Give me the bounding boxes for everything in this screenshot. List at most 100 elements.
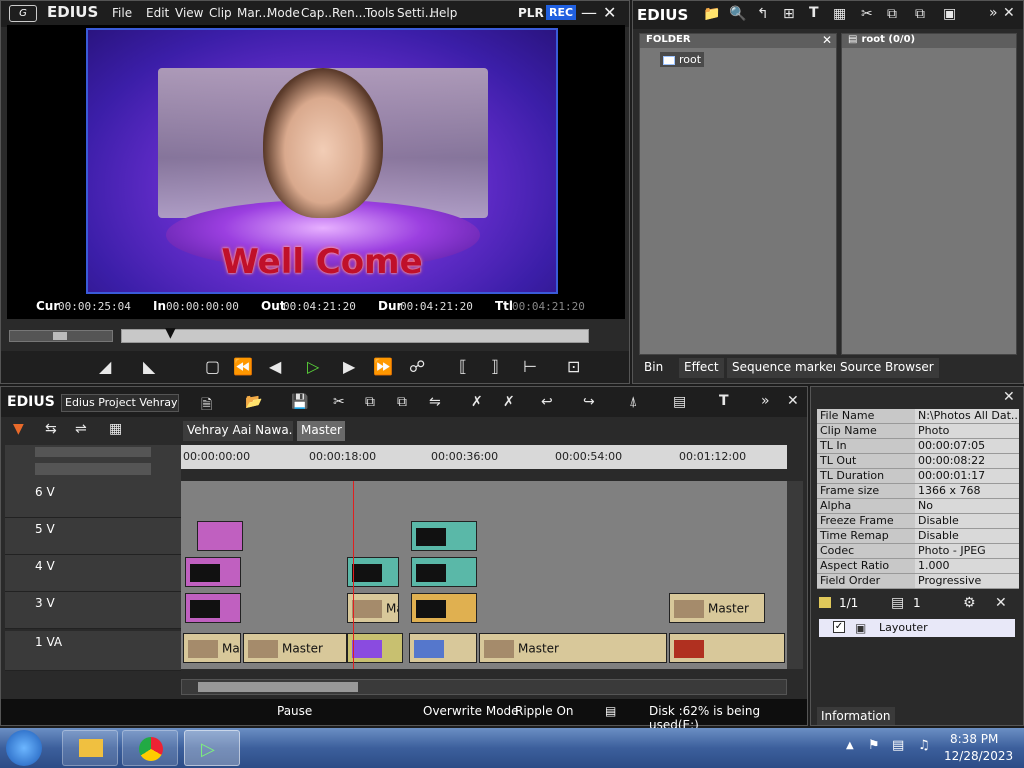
track-6v[interactable]: 6 V [5,481,181,518]
timeline-clip[interactable] [669,633,785,663]
timeline-clip[interactable] [197,521,243,551]
root-folder-item[interactable]: root [660,52,705,67]
ripple-delete-icon[interactable]: ✗ [503,394,515,410]
chrome-taskbar-button[interactable] [122,730,178,766]
step-back-icon[interactable]: ◀ [269,357,281,376]
delete-icon[interactable]: ✗ [471,394,483,410]
rewind-icon[interactable]: ⏪ [233,357,253,376]
timeline-clip[interactable]: Master [479,633,667,663]
color-bar-icon[interactable]: ▦ [833,6,846,22]
menu-capture[interactable]: Cap... [301,6,336,20]
project-name[interactable]: Edius Project Vehray ... [61,394,179,412]
menu-help[interactable]: Help [430,6,457,20]
layer-checkbox[interactable]: ✓ [833,621,845,633]
timeline-paste-icon[interactable]: ⧉ [397,394,407,410]
overwrite-icon[interactable]: ⊡ [567,357,580,376]
track-4v[interactable]: 4 V [5,555,181,592]
close-icon[interactable]: ✕ [603,3,616,22]
tab-sequence-marker[interactable]: Sequence marker [727,358,843,378]
title-tool-icon[interactable]: T [809,5,819,21]
menu-file[interactable]: File [112,6,132,20]
undo-icon[interactable]: ↩ [541,394,553,410]
loop-icon[interactable]: ☍ [409,357,425,376]
link-icon[interactable]: ⇆ [45,421,57,437]
scrub-bar[interactable]: ▼ [9,325,621,345]
snap-icon[interactable]: ⇌ [75,421,87,437]
timeline-clip[interactable] [347,557,399,587]
timeline-clip[interactable]: Master [669,593,765,623]
shuttle-thumb[interactable] [53,332,67,340]
timeline-clip[interactable] [185,557,241,587]
tab-source-browser[interactable]: Source Browser [835,358,939,378]
seek-thumb[interactable]: ▼ [165,325,176,341]
set-in-icon[interactable]: ⟦ [459,357,467,376]
open-project-icon[interactable]: 📂 [245,394,262,410]
time-ruler[interactable]: 00:00:00:00 00:00:18:00 00:00:36:00 00:0… [181,445,787,469]
minimize-icon[interactable]: — [581,3,597,22]
settings-icon[interactable]: ⚙ [963,595,976,611]
rec-button[interactable]: REC [546,5,577,20]
scroll-thumb[interactable] [198,682,358,692]
menu-mode[interactable]: Mode [267,6,300,20]
plr-button[interactable]: PLR [518,6,544,20]
menu-render[interactable]: Ren... [332,6,366,20]
clock-time[interactable]: 8:38 PM [950,732,998,746]
timeline-cut-icon[interactable]: ✂ [333,394,345,410]
menu-edit[interactable]: Edit [146,6,169,20]
folder-close-icon[interactable]: ✕ [822,33,832,47]
step-forward-icon[interactable]: ▶ [343,357,355,376]
track-1va[interactable]: 1 VA [5,631,181,671]
action-center-icon[interactable]: ⚑ [868,738,880,753]
title-icon[interactable]: T [719,393,729,409]
cut-icon[interactable]: ✂ [861,6,873,22]
seek-track[interactable] [121,329,589,343]
mark-in-icon[interactable]: ◢ [99,357,111,376]
timeline-close-icon[interactable]: ✕ [787,393,799,409]
timecode-scale[interactable] [35,463,151,475]
sequence-tab-master[interactable]: Master [297,421,345,441]
tab-information[interactable]: Information [817,707,895,725]
add-clip-icon[interactable]: ⊞ [783,6,795,22]
tab-effect[interactable]: Effect [679,358,724,378]
timeline-clip[interactable] [411,557,477,587]
timeline-copy-icon[interactable]: ⧉ [365,394,375,410]
timeline-clip[interactable] [347,633,403,663]
pin-icon[interactable]: ▣ [943,6,956,22]
bin-close-icon[interactable]: ✕ [1003,5,1015,21]
menu-clip[interactable]: Clip [209,6,232,20]
sequence-tab-1[interactable]: Vehray Aai Nawa... [183,421,293,441]
mark-out-icon[interactable]: ◣ [143,357,155,376]
start-button[interactable] [6,730,42,766]
explorer-taskbar-button[interactable] [62,730,118,766]
track-5v[interactable]: 5 V [5,518,181,555]
track-3v[interactable]: 3 V [5,592,181,629]
timeline-clip[interactable] [185,593,241,623]
menu-view[interactable]: View [175,6,203,20]
set-marker-icon[interactable]: ▼ [13,421,24,437]
vertical-scrollbar[interactable] [787,481,803,669]
menu-tools[interactable]: Tools [365,6,395,20]
timeline-clip[interactable]: Master [243,633,347,663]
menu-marker[interactable]: Mar... [237,6,270,20]
timeline-clip[interactable]: Mas [347,593,399,623]
more-icon[interactable]: » [989,5,998,21]
stop-icon[interactable]: ▢ [205,357,220,376]
up-folder-icon[interactable]: ↰ [757,6,769,22]
search-icon[interactable]: 🔍 [729,6,746,22]
redo-icon[interactable]: ↪ [583,394,595,410]
tab-bin[interactable]: Bin [639,358,669,378]
group-icon[interactable]: ▦ [109,421,122,437]
timeline-clip[interactable] [409,633,477,663]
playhead[interactable] [353,481,354,669]
play-icon[interactable]: ▷ [307,357,319,376]
insert-icon[interactable]: ⊢ [523,357,537,376]
set-out-icon[interactable]: ⟧ [491,357,499,376]
network-icon[interactable]: ▤ [892,738,904,753]
add-cut-icon[interactable]: ⍋ [629,394,637,410]
zoom-slider[interactable] [35,447,151,457]
edius-taskbar-button[interactable]: ▷ [184,730,240,766]
save-icon[interactable]: 💾 [291,394,308,410]
timeline-clip[interactable]: Mas [183,633,241,663]
volume-icon[interactable]: ♫ [918,738,930,753]
folder-icon[interactable]: 📁 [703,6,720,22]
